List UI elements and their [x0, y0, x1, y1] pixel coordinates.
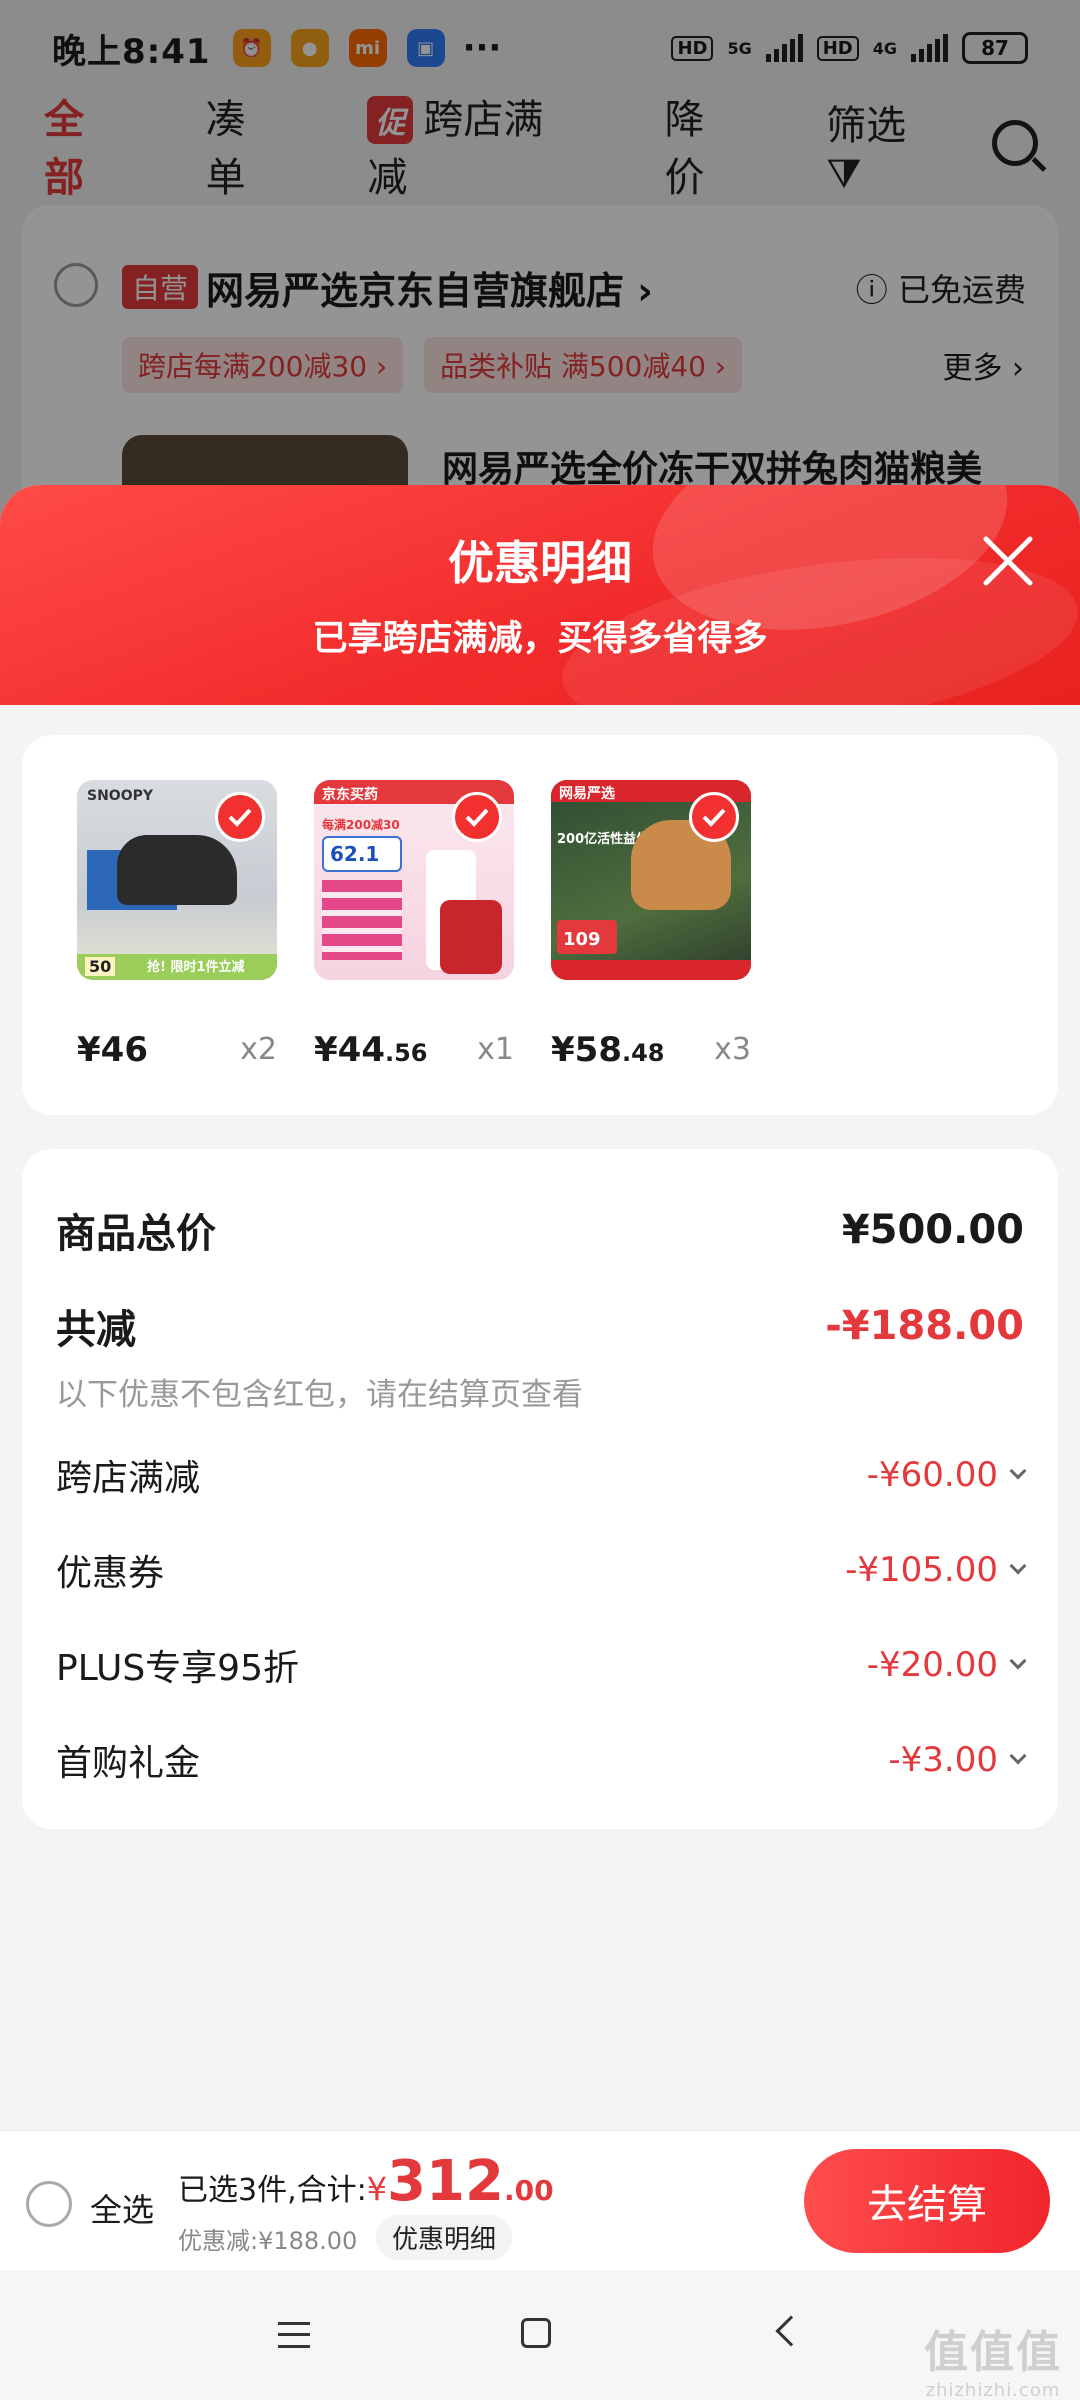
total-reduction-value: -¥188.00	[825, 1303, 1024, 1349]
selected-items-card: SNOOPY 50 抢! 限时1件立减 ¥46 x2 京东买药 每满200减30…	[22, 735, 1058, 1115]
item-quantity: x2	[240, 1032, 277, 1067]
image-brand-text: 京东买药	[322, 787, 378, 803]
chevron-down-icon[interactable]	[1009, 1557, 1027, 1575]
total-reduction-row: 共减 -¥188.00	[56, 1297, 1024, 1355]
sheet-subtitle: 已享跨店满减，买得多省得多	[312, 619, 768, 659]
discount-line-label: 首购礼金	[56, 1743, 201, 1784]
total-price-label: 商品总价	[56, 1211, 216, 1257]
selected-item[interactable]: 网易严选 200亿活性益生菌 109 ¥58.48 x3	[551, 780, 751, 1070]
checkout-bar: 全选 已选3件,合计:¥312.00 优惠减:¥188.00 优惠明细 去结算	[0, 2130, 1080, 2270]
discount-line-label: 跨店满减	[56, 1458, 201, 1499]
item-quantity: x3	[714, 1032, 751, 1067]
checked-icon	[452, 792, 502, 842]
back-icon[interactable]	[775, 2315, 807, 2347]
discount-line-value: -¥3.00	[888, 1740, 998, 1780]
discount-line-value: -¥20.00	[866, 1645, 998, 1685]
total-price-value: ¥500.00	[841, 1207, 1024, 1253]
image-brand-text: 网易严选	[559, 786, 615, 802]
image-price-text: 62.1	[330, 842, 380, 866]
sheet-header: 优惠明细 已享跨店满减，买得多省得多	[0, 485, 1080, 761]
discount-detail-button[interactable]: 优惠明细	[376, 2215, 513, 2260]
product-image: SNOOPY 50 抢! 限时1件立减	[77, 780, 277, 980]
total-amount: 312	[387, 2149, 504, 2214]
image-brand-text: SNOOPY	[87, 788, 154, 804]
discount-line-coupon[interactable]: 优惠券 -¥105.00	[56, 1544, 1027, 1596]
home-icon[interactable]	[521, 2318, 551, 2348]
discount-summary: 优惠减:¥188.00	[178, 2227, 358, 2255]
sheet-title: 优惠明细	[448, 536, 632, 590]
discount-line-label: 优惠券	[56, 1553, 165, 1594]
chevron-down-icon[interactable]	[1009, 1652, 1027, 1670]
chevron-down-icon[interactable]	[1009, 1747, 1027, 1765]
system-nav-bar: 值值值 zhizhizhi.com	[0, 2270, 1080, 2400]
discount-line-value: -¥105.00	[845, 1550, 998, 1590]
selected-item[interactable]: 京东买药 每满200减30 62.1 ¥44.56 x1	[314, 780, 514, 1070]
close-icon[interactable]	[980, 533, 1036, 589]
image-price-text: 50	[85, 957, 116, 976]
product-image: 京东买药 每满200减30 62.1	[314, 780, 514, 980]
total-price-row: 商品总价 ¥500.00	[56, 1201, 1024, 1259]
checkout-button[interactable]: 去结算	[804, 2149, 1050, 2253]
price-breakdown-card: 商品总价 ¥500.00 共减 -¥188.00 以下优惠不包含红包，请在结算页…	[22, 1149, 1058, 1829]
discount-line-value: -¥60.00	[866, 1455, 998, 1495]
checked-icon	[689, 792, 739, 842]
item-price: ¥58.48	[551, 1030, 665, 1070]
selected-item[interactable]: SNOOPY 50 抢! 限时1件立减 ¥46 x2	[77, 780, 277, 1070]
chevron-down-icon[interactable]	[1009, 1462, 1027, 1480]
checked-icon	[215, 792, 265, 842]
selection-summary: 已选3件,合计:¥312.00	[178, 2149, 554, 2214]
discount-detail-sheet: 优惠明细 已享跨店满减，买得多省得多 SNOOPY 50 抢! 限时1件立减 ¥…	[0, 485, 1080, 2400]
discount-line-cross-store[interactable]: 跨店满减 -¥60.00	[56, 1449, 1027, 1501]
select-all-radio[interactable]	[26, 2181, 72, 2227]
discount-line-first-purchase[interactable]: 首购礼金 -¥3.00	[56, 1734, 1027, 1786]
discount-line-plus[interactable]: PLUS专享95折 -¥20.00	[56, 1639, 1027, 1691]
item-price: ¥44.56	[314, 1030, 428, 1070]
image-tag-text: 抢! 限时1件立减	[147, 960, 245, 975]
item-quantity: x1	[477, 1032, 514, 1067]
item-price: ¥46	[77, 1030, 148, 1070]
product-image: 网易严选 200亿活性益生菌 109	[551, 780, 751, 980]
image-price-text: 109	[563, 929, 601, 950]
select-all-label[interactable]: 全选	[90, 2185, 154, 2231]
image-tag-text: 每满200减30	[322, 818, 400, 832]
menu-icon[interactable]	[278, 2322, 310, 2348]
total-reduction-label: 共减	[56, 1307, 136, 1353]
discount-line-label: PLUS专享95折	[56, 1648, 299, 1689]
watermark: 值值值 zhizhizhi.com	[924, 2327, 1062, 2400]
reduction-note: 以下优惠不包含红包，请在结算页查看	[56, 1377, 583, 1413]
